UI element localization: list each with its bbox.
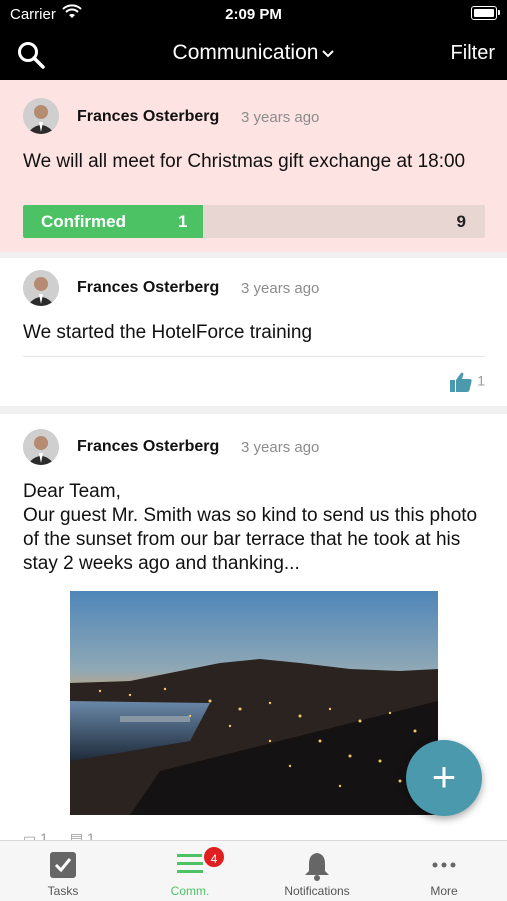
like-button[interactable]: 1 bbox=[449, 371, 485, 393]
post-author: Frances Osterberg bbox=[77, 279, 220, 296]
avatar bbox=[23, 429, 59, 465]
read-count: 1 bbox=[86, 830, 95, 840]
more-dots-icon bbox=[430, 851, 458, 882]
post-time: 3 years ago bbox=[241, 439, 320, 456]
rsvp-label: Confirmed bbox=[41, 212, 126, 231]
like-count: 1 bbox=[477, 372, 485, 389]
post-author: Frances Osterberg bbox=[77, 438, 220, 455]
tab-label: Comm. bbox=[170, 884, 210, 898]
battery-icon bbox=[471, 6, 500, 20]
post-photo[interactable] bbox=[70, 591, 438, 815]
tab-label: More bbox=[430, 884, 458, 898]
rsvp-progress-bar[interactable]: Confirmed 1 9 bbox=[23, 205, 485, 238]
post-text-line: Dear Team, bbox=[23, 481, 121, 502]
tab-notifications[interactable]: Notifications bbox=[254, 841, 380, 901]
tab-label: Tasks bbox=[47, 884, 79, 898]
page-title[interactable]: Communication bbox=[0, 41, 507, 65]
post-text: We will all meet for Christmas gift exch… bbox=[23, 151, 466, 172]
list-icon bbox=[176, 851, 204, 880]
post-card[interactable]: Frances Osterberg 3 years ago We started… bbox=[0, 258, 507, 406]
tab-communication[interactable]: Comm. bbox=[127, 841, 253, 901]
clock: 2:09 PM bbox=[225, 6, 282, 23]
rsvp-confirmed-count: 1 bbox=[178, 212, 188, 231]
add-post-button[interactable]: + bbox=[406, 740, 482, 816]
post-meta-row: ▭ 1 ▤ 1 bbox=[23, 830, 95, 840]
comment-count: 1 bbox=[40, 830, 48, 840]
post-text-line: Our guest Mr. Smith was so kind to send … bbox=[23, 505, 478, 574]
post-time: 3 years ago bbox=[241, 280, 320, 297]
feed[interactable]: Frances Osterberg 3 years ago We will al… bbox=[0, 80, 507, 840]
tab-tasks[interactable]: Tasks bbox=[0, 841, 126, 901]
comment-icon: ▭ bbox=[23, 830, 37, 840]
checkbox-icon bbox=[49, 851, 77, 882]
filter-button[interactable]: Filter bbox=[451, 42, 495, 65]
nav-bar: Communication Filter bbox=[0, 28, 507, 80]
bell-icon bbox=[303, 851, 331, 884]
tab-bar: Tasks Comm. 4 Notifications More bbox=[0, 840, 507, 901]
rsvp-total-count: 9 bbox=[456, 212, 466, 231]
post-text: We started the HotelForce training bbox=[23, 322, 313, 343]
post-time: 3 years ago bbox=[241, 109, 320, 126]
post-text: Dear Team, Our guest Mr. Smith was so ki… bbox=[23, 480, 485, 576]
avatar bbox=[23, 270, 59, 306]
page-title-label: Communication bbox=[172, 41, 319, 64]
divider bbox=[23, 356, 485, 357]
read-icon: ▤ bbox=[69, 830, 84, 840]
unread-badge: 4 bbox=[202, 845, 226, 869]
chevron-down-icon bbox=[322, 45, 335, 61]
tab-label: Notifications bbox=[284, 884, 350, 898]
avatar bbox=[23, 98, 59, 134]
post-author: Frances Osterberg bbox=[77, 108, 220, 125]
tab-more[interactable]: More bbox=[381, 841, 507, 901]
post-card[interactable]: Frances Osterberg 3 years ago We will al… bbox=[0, 80, 507, 252]
status-bar: Carrier 2:09 PM bbox=[0, 0, 507, 28]
thumbs-up-icon bbox=[449, 372, 473, 392]
